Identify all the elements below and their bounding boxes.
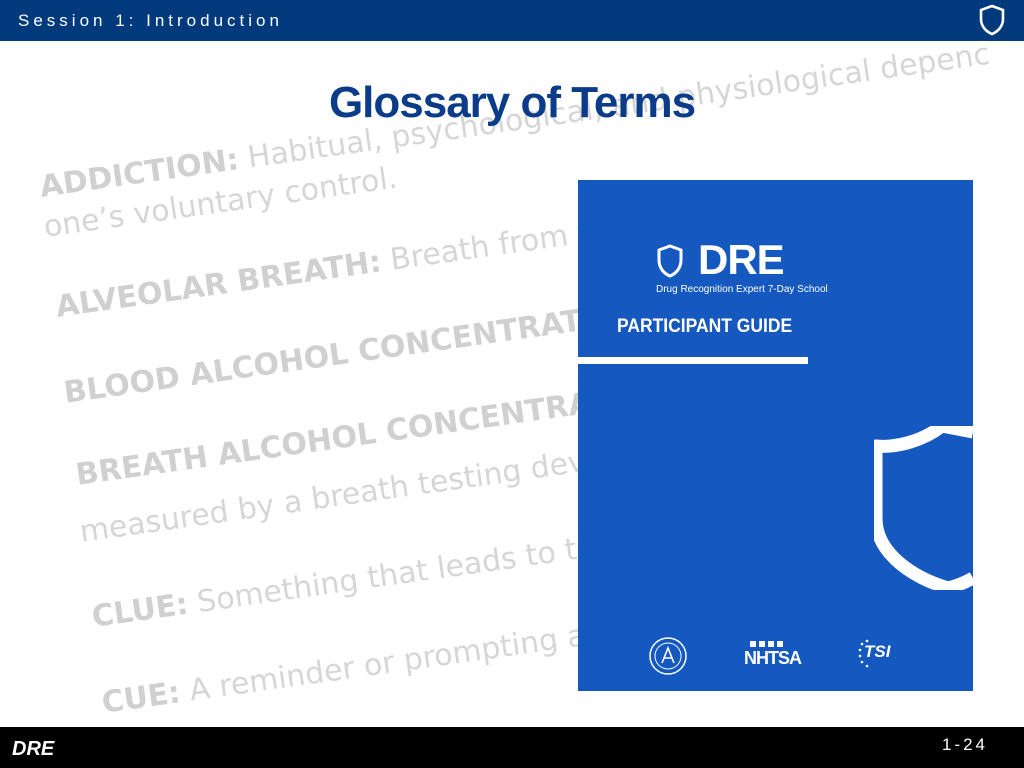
bg-term-line: one’s voluntary control. [41,160,400,245]
slide-title: Glossary of Terms [328,78,696,127]
footer-bar: DRE 1-24 [0,727,1024,768]
shield-icon [979,4,1005,36]
bg-term-line: BREATH ALCOHOL CONCENTRATIC [73,378,645,493]
large-shield-icon [874,426,973,590]
participant-guide-cover: DRE Drug Recognition Expert 7-Day School… [578,180,973,691]
iacp-seal-icon [649,637,687,675]
bg-term-line: CLUE: Something that leads to th [89,529,599,635]
bg-term-line: BLOOD ALCOHOL CONCENTRATION [61,294,645,411]
cover-divider [578,357,808,364]
page-number: 1-24 [941,735,988,754]
school-subtitle: Drug Recognition Expert 7-Day School [656,284,828,295]
session-title: Session 1: Introduction [18,11,283,30]
nhtsa-logo: NHTSA [744,648,802,668]
dre-wordmark: DRE [698,236,785,283]
nhtsa-emblem-icon [750,641,783,647]
tsi-logo: TSI [864,642,891,661]
footer-dre-logo: DRE [12,738,55,760]
participant-guide-label: PARTICIPANT GUIDE [617,316,793,337]
header-bar: Session 1: Introduction [0,0,1024,41]
bg-term-line: ALVEOLAR BREATH: Breath from th [53,212,611,325]
bg-term-line: CUE: A reminder or prompting as [99,616,604,721]
bg-term-line: measured by a breath testing devic [77,440,613,550]
dre-shield-icon [657,244,683,278]
